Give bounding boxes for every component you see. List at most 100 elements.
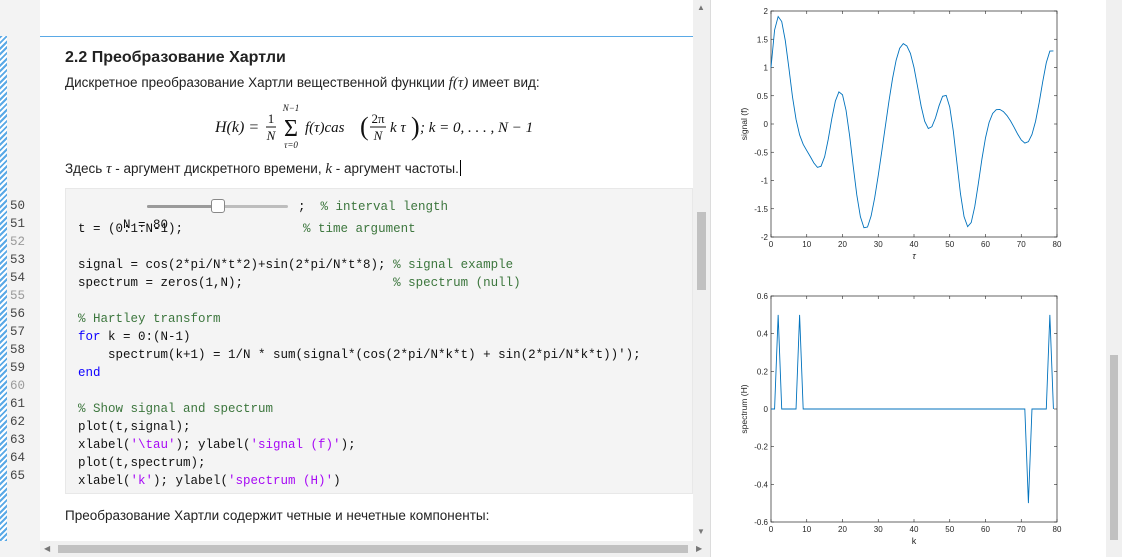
document-vertical-scrollbar[interactable]: ▲ ▼ — [693, 0, 710, 541]
code-token: end — [78, 366, 101, 380]
chart-1: 0 10 20 30 40 50 60 70 80 -0.6 -0.4 -0.2 0 0.2 0.4 0.6 k… — [739, 292, 1062, 546]
code-line[interactable]: plot(t,spectrum); — [78, 454, 206, 472]
y-tick-label: -2 — [761, 233, 769, 242]
scroll-down-icon[interactable]: ▼ — [697, 527, 705, 536]
code-token: t = (0:1:N-1); — [78, 222, 184, 236]
formula-frac-den: N — [266, 128, 277, 143]
section-title: 2.2 Преобразование Хартли — [65, 49, 286, 66]
y-axis-label: spectrum (H) — [739, 384, 749, 433]
scroll-up-icon[interactable]: ▲ — [697, 3, 705, 12]
closing-paragraph[interactable]: Преобразование Хартли содержит четные и … — [65, 508, 489, 523]
horizontal-scrollbar-thumb[interactable] — [58, 545, 688, 553]
code-token: plot(t,spectrum); — [78, 456, 206, 470]
code-line[interactable]: spectrum(k+1) = 1/N * sum(signal*(cos(2*… — [78, 346, 641, 364]
note-mid: - аргумент дискретного времени, — [111, 161, 326, 176]
line-number: 52 — [10, 235, 26, 249]
code-line[interactable]: % Hartley transform — [78, 310, 221, 328]
y-tick-label: -0.2 — [754, 443, 768, 452]
x-tick-label: 70 — [1017, 525, 1026, 534]
axes-box — [770, 10, 1058, 238]
code-line[interactable]: spectrum = zeros(1,N); % spectrum (null) — [78, 274, 521, 292]
line-number: 60 — [10, 379, 26, 393]
intro-text-after: имеет вид: — [471, 75, 540, 90]
x-tick-label: 0 — [769, 240, 774, 249]
x-tick-label: 60 — [981, 240, 990, 249]
code-token: 'signal (f)' — [250, 438, 341, 452]
output-scrollbar-thumb[interactable] — [1110, 355, 1118, 540]
x-tick-label: 80 — [1053, 525, 1062, 534]
note-end: - аргумент частоты. — [332, 161, 459, 176]
x-tick-label: 80 — [1053, 240, 1062, 249]
y-axis-label: signal (f) — [739, 108, 749, 141]
code-line[interactable]: end — [78, 364, 101, 382]
x-tick-label: 40 — [910, 240, 919, 249]
x-tick-label: 10 — [802, 525, 811, 534]
line-number: 61 — [10, 397, 26, 411]
code-token: 'spectrum (H)' — [228, 474, 334, 488]
output-figures: 0 10 20 30 40 50 60 70 80 -2 -1.5 -1 -0.5 0 0.5 1 1.5 2 τ s… — [739, 7, 1062, 546]
x-axis-label: τ — [912, 251, 916, 261]
code-token: '\tau' — [130, 438, 176, 452]
line-numbers: 50 51 52 53 54 55 56 57 58 59 60 61 62 63 64 65 — [10, 197, 38, 485]
code-line[interactable]: signal = cos(2*pi/N*t*2)+sin(2*pi/N*t*8)… — [78, 256, 513, 274]
scroll-left-icon[interactable]: ◀ — [44, 544, 50, 553]
document-horizontal-scrollbar[interactable]: ◀ ▶ — [40, 541, 710, 557]
live-editor-document[interactable]: 2.2 Преобразование Хартли Дискретное пре… — [40, 0, 693, 541]
y-tick-label: 0 — [764, 405, 769, 414]
code-line[interactable]: xlabel('\tau'); ylabel('signal (f)'); — [78, 436, 356, 454]
sum-symbol: Σ — [284, 116, 298, 142]
code-token: % signal example — [393, 258, 514, 272]
code-token: xlabel( — [78, 474, 131, 488]
code-block[interactable]: N = 80 ; % interval length t = (0:1:N-1)… — [65, 188, 693, 494]
y-tick-label: -1 — [761, 177, 769, 186]
formula-body: f(τ)cas — [305, 120, 345, 136]
slider-comment: % interval length — [320, 200, 449, 214]
editor-gutter: 50 51 52 53 54 55 56 57 58 59 60 61 62 63 64 65 — [0, 0, 40, 557]
line-number: 54 — [10, 271, 26, 285]
x-tick-label: 60 — [981, 525, 990, 534]
intro-text-before: Дискретное преобразование Хартли веществ… — [65, 75, 449, 90]
code-token: % Hartley transform — [78, 312, 221, 326]
formula-paren-left: ( — [360, 112, 369, 141]
line-number: 63 — [10, 433, 26, 447]
intro-paragraph[interactable]: Дискретное преобразование Хартли веществ… — [65, 75, 540, 92]
text-cursor — [459, 160, 461, 176]
section-divider — [40, 36, 693, 37]
code-token: plot(t,signal); — [78, 420, 191, 434]
formula-tail: ; k = 0, . . . , N − 1 — [420, 120, 533, 136]
y-tick-label: -0.6 — [754, 518, 768, 527]
code-line[interactable]: xlabel('k'); ylabel('spectrum (H)') — [78, 472, 341, 490]
code-token: % spectrum (null) — [393, 276, 521, 290]
formula-sum-top: N−1 — [282, 103, 300, 113]
x-tick-label: 30 — [874, 240, 883, 249]
scrollbar-thumb[interactable] — [697, 212, 706, 290]
intro-function: f(τ) — [448, 75, 469, 91]
scroll-right-icon[interactable]: ▶ — [696, 544, 702, 553]
code-token: k = 0:(N-1) — [100, 330, 191, 344]
line-number: 53 — [10, 253, 26, 267]
code-line[interactable]: for k = 0:(N-1) — [78, 328, 191, 346]
code-token: xlabel( — [78, 438, 131, 452]
line-number: 65 — [10, 469, 26, 483]
code-token: for — [78, 330, 101, 344]
y-tick-label: 1.5 — [757, 35, 769, 44]
output-panel: 0 10 20 30 40 50 60 70 80 -2 -1.5 -1 -0.5 0 0.5 1 1.5 2 τ s… — [711, 0, 1106, 557]
code-line[interactable]: t = (0:1:N-1); % time argument — [78, 220, 416, 238]
line-number: 62 — [10, 415, 26, 429]
x-tick-label: 40 — [910, 525, 919, 534]
code-token: % Show signal and spectrum — [78, 402, 274, 416]
code-line[interactable]: % Show signal and spectrum — [78, 400, 273, 418]
line-number: 58 — [10, 343, 26, 357]
y-tick-label: 0.6 — [757, 292, 769, 301]
note-paragraph[interactable]: Здесь τ - аргумент дискретного времени, … — [65, 160, 461, 178]
output-vertical-scrollbar[interactable] — [1106, 0, 1122, 557]
line-number: 57 — [10, 325, 26, 339]
slider-thumb[interactable] — [210, 199, 225, 213]
code-line[interactable]: plot(t,signal); — [78, 418, 191, 436]
y-tick-label: 1 — [764, 64, 769, 73]
code-token: ); ylabel( — [175, 438, 251, 452]
section-indicator-stripe[interactable] — [0, 36, 7, 541]
line-number: 51 — [10, 217, 26, 231]
code-token: signal = cos(2*pi/N*t*2)+sin(2*pi/N*t*8)… — [78, 258, 394, 272]
y-tick-label: -1.5 — [754, 205, 768, 214]
